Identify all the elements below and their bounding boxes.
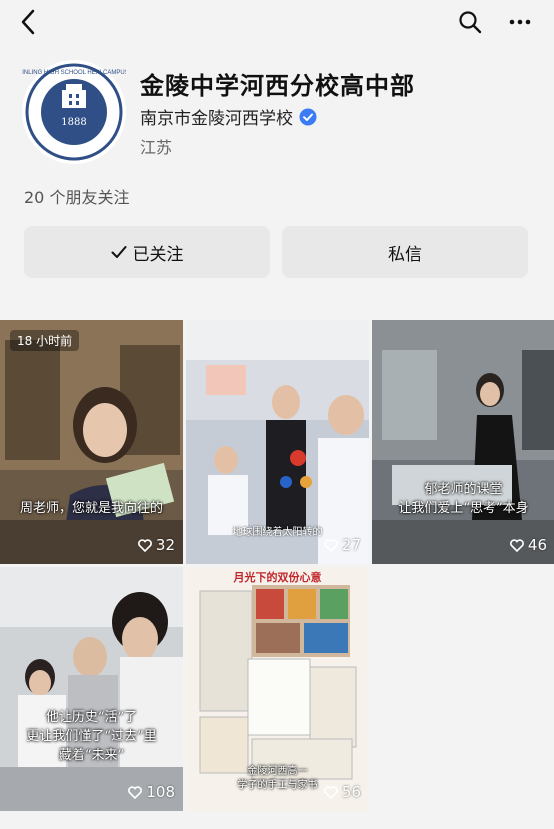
like-count-value: 27 — [341, 536, 361, 554]
like-count-value: 108 — [146, 783, 175, 801]
heart-icon — [510, 538, 524, 552]
video-tile[interactable]: 地球围绕着太阳转的 27 — [186, 320, 369, 564]
organization-name: 南京市金陵河西学校 — [140, 109, 293, 129]
post-time-badge: 18 小时前 — [10, 330, 80, 351]
organization-row: 南京市金陵河西学校 — [140, 104, 317, 129]
heart-icon — [138, 538, 152, 552]
top-bar — [0, 0, 554, 44]
video-top-caption: 月光下的双份心意 — [233, 571, 322, 584]
account-name: 金陵中学河西分校高中部 — [140, 72, 415, 100]
back-icon[interactable] — [12, 6, 44, 38]
followed-button[interactable]: 已关注 — [24, 226, 270, 278]
video-thumbnail — [372, 320, 554, 564]
message-button-label: 私信 — [388, 244, 422, 265]
video-caption: 周老师，您就是我向往的 — [19, 501, 163, 516]
video-caption: 郁老师的课堂 让我们爱上“思考”本身 — [398, 482, 529, 516]
like-count-value: 32 — [155, 536, 175, 554]
search-icon[interactable] — [454, 6, 486, 38]
heart-icon — [324, 538, 338, 552]
like-count-value: 56 — [341, 783, 361, 801]
like-count: 27 — [324, 536, 361, 554]
video-tile[interactable]: 他让历史“活”了 更让我们懂了“过去”里 藏着“未来” 108 — [0, 567, 183, 811]
video-tile[interactable]: 18 小时前 周老师，您就是我向往的 32 — [0, 320, 183, 564]
school-logo-avatar[interactable]: JINLING HIGH SCHOOL HEXI CAMPUS 1888 — [19, 60, 129, 164]
followed-button-label: 已关注 — [132, 244, 184, 265]
video-tile[interactable]: 月光下的双份心意 金陵河西高一 学子的手工与家书 56 — [186, 567, 369, 811]
heart-icon — [128, 785, 143, 799]
svg-text:1888: 1888 — [61, 117, 86, 128]
video-tile[interactable]: 郁老师的课堂 让我们爱上“思考”本身 46 — [372, 320, 554, 564]
svg-text:JINLING HIGH SCHOOL HEXI CAMPU: JINLING HIGH SCHOOL HEXI CAMPUS — [22, 70, 126, 76]
more-options-icon[interactable] — [504, 6, 536, 38]
checkmark-icon — [111, 246, 126, 258]
video-thumbnail — [0, 320, 183, 564]
like-count: 56 — [324, 783, 361, 801]
profile-header: JINLING HIGH SCHOOL HEXI CAMPUS 1888 金陵中… — [19, 60, 532, 170]
like-count: 46 — [510, 536, 547, 554]
like-count-value: 46 — [527, 536, 547, 554]
video-caption: 他让历史“活”了 更让我们懂了“过去”里 藏着“未来” — [26, 710, 157, 763]
like-count: 108 — [128, 783, 175, 801]
message-button[interactable]: 私信 — [282, 226, 528, 278]
like-count: 32 — [138, 536, 175, 554]
heart-icon — [324, 785, 338, 799]
verified-badge-icon — [299, 108, 317, 125]
friends-following-count[interactable]: 20 个朋友关注 — [24, 184, 129, 208]
region-label: 江苏 — [140, 138, 173, 157]
video-thumbnail — [0, 567, 183, 811]
